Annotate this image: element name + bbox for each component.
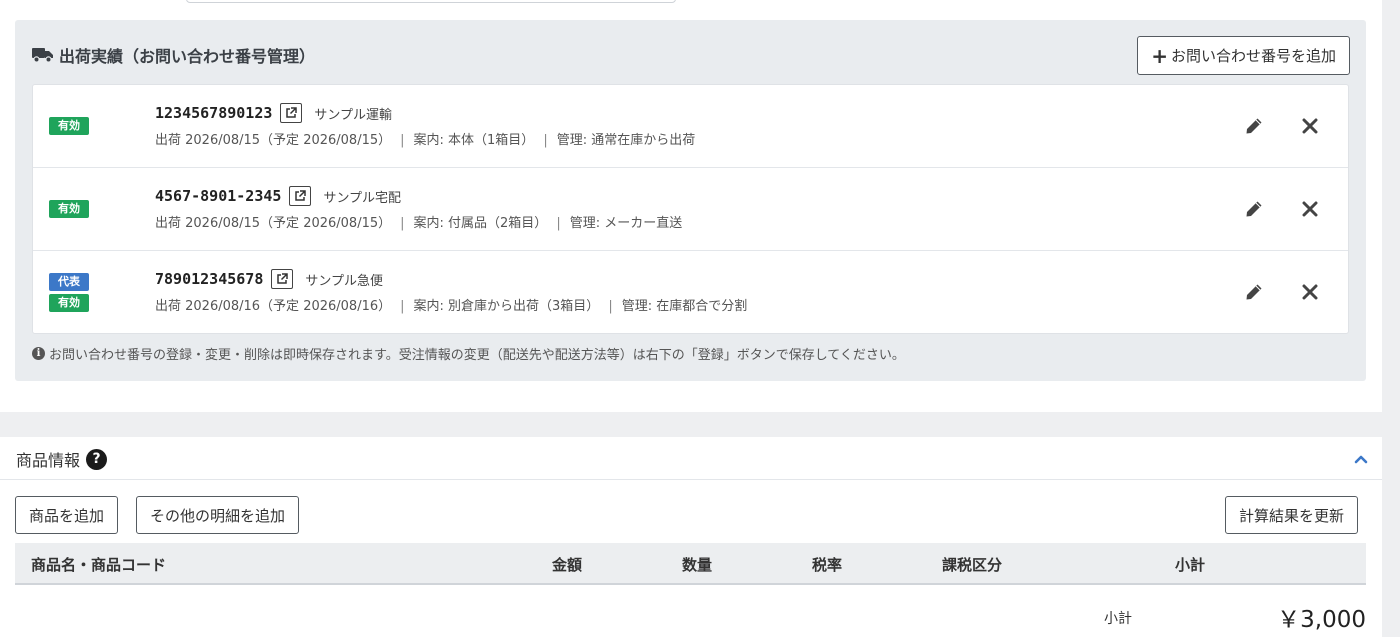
shipment-meta: 出荷 2026/08/16（予定 2026/08/16） | 案内: 別倉庫から出荷… [155, 299, 748, 314]
shipment-guide: 案内: 別倉庫から出荷（3箱目） [413, 299, 600, 314]
column-header-subtotal: 小計 [1175, 556, 1206, 574]
info-icon: i [32, 347, 45, 360]
column-header-name: 商品名・商品コード [31, 556, 167, 574]
external-link-icon[interactable] [289, 186, 312, 206]
recalculate-button[interactable]: 計算結果を更新 [1224, 496, 1358, 534]
shipment-panel-title: 出荷実績（お問い合わせ番号管理） [32, 44, 315, 66]
badge-group: 代表 有効 [49, 251, 89, 333]
shipment-guide: 案内: 付属品（2箱目） [413, 216, 548, 231]
badge-group: 有効 [49, 168, 89, 250]
primary-badge: 代表 [49, 272, 89, 291]
text-input-edge[interactable] [186, 0, 676, 3]
shipment-details: 1234567890123 サンプル運輸 出荷 2026/08/15（予定 20… [155, 101, 695, 148]
product-header: 商品情報 ? [0, 437, 1382, 480]
add-tracking-number-button[interactable]: + お問い合わせ番号を追加 [1137, 36, 1350, 75]
add-other-line-button[interactable]: その他の明細を追加 [136, 496, 300, 534]
order-card: 出荷実績（お問い合わせ番号管理） + お問い合わせ番号を追加 有効 123456… [0, 0, 1382, 412]
column-header-amount: 金額 [552, 556, 583, 574]
shipment-manage: 管理: 通常在庫から出荷 [556, 133, 696, 148]
add-product-button[interactable]: 商品を追加 [15, 496, 119, 534]
items-table-header: 商品名・商品コード 金額 数量 税率 課税区分 小計 [15, 543, 1366, 585]
shipment-details: 4567-8901-2345 サンプル宅配 出荷 2026/08/15（予定 2… [155, 184, 682, 231]
shipment-manage: 管理: メーカー直送 [569, 216, 683, 231]
carrier-name: サンプル急便 [305, 273, 383, 289]
external-link-icon[interactable] [280, 103, 303, 123]
delete-close-icon[interactable] [1300, 115, 1320, 137]
subtotal-label: 小計 [1104, 611, 1132, 627]
product-title-text: 商品情報 [16, 451, 81, 470]
shipment-panel: 出荷実績（お問い合わせ番号管理） + お問い合わせ番号を追加 有効 123456… [15, 20, 1366, 381]
add-tracking-label: お問い合わせ番号を追加 [1170, 47, 1336, 65]
save-note-text: お問い合わせ番号の登録・変更・削除は即時保存されます。受注情報の変更（配送先や配… [49, 348, 905, 363]
chevron-up-icon[interactable] [1354, 449, 1368, 468]
shipped-date: 出荷 2026/08/15（予定 2026/08/15） [155, 216, 392, 231]
badge-group: 有効 [49, 85, 89, 167]
shipment-meta: 出荷 2026/08/15（予定 2026/08/15） | 案内: 付属品（2箱目… [155, 216, 683, 231]
edit-pencil-icon[interactable] [1244, 198, 1264, 220]
shipment-meta: 出荷 2026/08/15（予定 2026/08/15） | 案内: 本体（1箱目）… [155, 133, 696, 148]
valid-badge: 有効 [49, 293, 89, 312]
carrier-name: サンプル宅配 [323, 190, 402, 206]
external-link-icon[interactable] [271, 269, 294, 289]
shipment-details: 789012345678 サンプル急便 出荷 2026/08/16（予定 202… [155, 267, 747, 314]
shipment-row: 代表 有効 789012345678 サンプル急便 出荷 2026/08/16（… [33, 251, 1348, 333]
delete-close-icon[interactable] [1300, 281, 1320, 303]
product-title: 商品情報 ? [16, 447, 108, 471]
shipment-guide: 案内: 本体（1箱目） [413, 133, 535, 148]
tracking-number: 4567-8901-2345 [155, 187, 282, 205]
tracking-number: 1234567890123 [155, 104, 273, 122]
truck-icon [32, 48, 53, 63]
column-header-tax-rate: 税率 [812, 556, 843, 574]
edit-pencil-icon[interactable] [1244, 115, 1264, 137]
shipped-date: 出荷 2026/08/16（予定 2026/08/16） [155, 299, 392, 314]
valid-badge: 有効 [49, 200, 89, 218]
help-question-icon[interactable]: ? [86, 448, 108, 470]
valid-badge: 有効 [49, 117, 89, 135]
carrier-name: サンプル運輸 [314, 107, 393, 123]
shipment-row: 有効 4567-8901-2345 サンプル宅配 出荷 2026/08/15（予… [33, 168, 1348, 251]
shipment-manage: 管理: 在庫都合で分割 [621, 299, 748, 314]
save-note: i お問い合わせ番号の登録・変更・削除は即時保存されます。受注情報の変更（配送先… [32, 344, 905, 363]
tracking-number: 789012345678 [155, 270, 264, 288]
shipped-date: 出荷 2026/08/15（予定 2026/08/15） [155, 133, 392, 148]
column-header-tax-category: 課税区分 [942, 556, 1003, 574]
shipment-row: 有効 1234567890123 サンプル運輸 出荷 2026/08/15（予定… [33, 85, 1348, 168]
product-card: 商品情報 ? 商品を追加 その他の明細を追加 計算結果を更新 商品名・商品コード… [0, 437, 1382, 637]
shipment-list: 有効 1234567890123 サンプル運輸 出荷 2026/08/15（予定… [32, 84, 1349, 334]
edit-pencil-icon[interactable] [1244, 281, 1264, 303]
subtotal-value: ￥3,000 [1277, 607, 1366, 633]
column-header-quantity: 数量 [682, 556, 713, 574]
plus-icon: + [1151, 43, 1168, 68]
shipment-title-text: 出荷実績（お問い合わせ番号管理） [59, 47, 316, 66]
delete-close-icon[interactable] [1300, 198, 1320, 220]
